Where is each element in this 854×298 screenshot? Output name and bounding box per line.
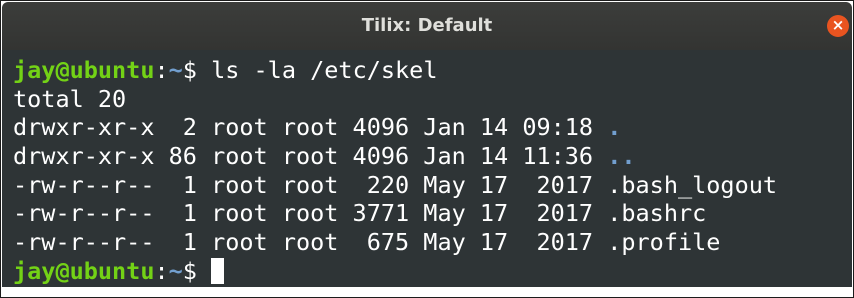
- command-line: jay@ubuntu:~$ ls -la /etc/skel: [13, 56, 852, 85]
- terminal-window: Tilix: Default × jay@ubuntu:~$ ls -la /e…: [0, 0, 854, 298]
- listing-name-file: .bash_logout: [607, 170, 778, 199]
- prompt-colon: :: [154, 56, 169, 84]
- prompt-line[interactable]: jay@ubuntu:~$: [13, 257, 852, 286]
- listing-meta: -rw-r--r-- 1 root root 220 May 17 2017: [13, 170, 608, 199]
- listing-row: -rw-r--r-- 1 root root 3771 May 17 2017 …: [13, 199, 852, 228]
- listing-row: -rw-r--r-- 1 root root 220 May 17 2017 .…: [13, 171, 852, 200]
- title-bar[interactable]: Tilix: Default ×: [2, 2, 852, 50]
- listing-name-dir: ..: [607, 142, 636, 171]
- prompt-user-host: jay@ubuntu: [13, 56, 155, 84]
- listing-meta: -rw-r--r-- 1 root root 675 May 17 2017: [13, 228, 608, 257]
- close-icon[interactable]: ×: [827, 15, 849, 37]
- listing-row: drwxr-xr-x 2 root root 4096 Jan 14 09:18…: [13, 113, 852, 142]
- listing-meta: -rw-r--r-- 1 root root 3771 May 17 2017: [13, 199, 608, 228]
- prompt-colon: :: [154, 256, 169, 285]
- listing-meta: drwxr-xr-x 86 root root 4096 Jan 14 11:3…: [13, 142, 608, 171]
- prompt-cwd: ~: [168, 56, 183, 84]
- listing-row: -rw-r--r-- 1 root root 675 May 17 2017 .…: [13, 228, 852, 257]
- prompt-symbol: $: [182, 56, 212, 84]
- listing-meta: drwxr-xr-x 2 root root 4096 Jan 14 09:18: [13, 113, 608, 142]
- listing-row: drwxr-xr-x 86 root root 4096 Jan 14 11:3…: [13, 142, 852, 171]
- prompt-cwd: ~: [168, 256, 183, 285]
- listing-name-dir: .: [607, 113, 622, 142]
- prompt-user-host: jay@ubuntu: [13, 256, 155, 285]
- text-cursor: [211, 257, 225, 284]
- command-text: ls -la /etc/skel: [211, 56, 438, 84]
- listing-name-file: .profile: [607, 228, 721, 257]
- prompt-symbol: $: [182, 256, 212, 285]
- terminal-output[interactable]: jay@ubuntu:~$ ls -la /etc/skel total 20 dr…: [2, 50, 852, 287]
- window-title: Tilix: Default: [361, 15, 493, 36]
- listing-name-file: .bashrc: [607, 199, 707, 228]
- total-line: total 20: [13, 84, 127, 113]
